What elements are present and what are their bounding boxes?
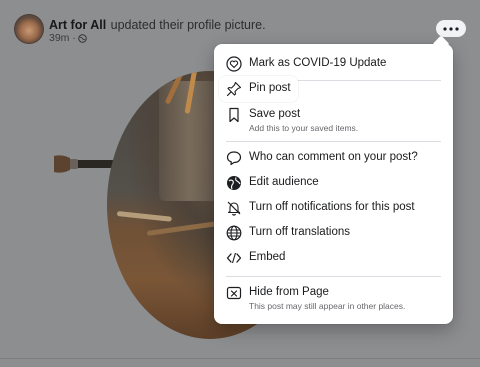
post-meta: 39m · xyxy=(49,32,87,44)
page-name-link[interactable]: Art for All xyxy=(49,18,106,32)
public-globe-icon xyxy=(78,33,87,43)
menu-item-label: Edit audience xyxy=(249,176,319,188)
brush-handle xyxy=(146,221,217,236)
divider xyxy=(0,358,480,359)
comment-icon xyxy=(226,150,242,166)
menu-item-edit-audience[interactable]: Edit audience xyxy=(220,172,447,194)
menu-divider xyxy=(226,276,441,277)
menu-item-hide-from-page[interactable]: Hide from Page This post may still appea… xyxy=(220,282,447,314)
post-timestamp[interactable]: 39m · xyxy=(49,32,76,44)
page-avatar[interactable] xyxy=(14,14,44,44)
menu-item-turn-off-notifications[interactable]: Turn off notifications for this post xyxy=(220,197,447,219)
post-action-text: updated their profile picture. xyxy=(110,18,266,32)
brush-handle xyxy=(116,211,172,222)
post-options-menu-lower: Save post Add this to your saved items. … xyxy=(214,44,453,324)
menu-item-save-post[interactable]: Save post Add this to your saved items. xyxy=(220,104,447,134)
more-options-button[interactable] xyxy=(436,20,466,37)
menu-item-turn-off-translations[interactable]: Turn off translations xyxy=(220,222,447,244)
hide-box-icon xyxy=(226,285,242,301)
menu-item-label: Turn off translations xyxy=(249,226,350,238)
menu-item-label: Turn off notifications for this post xyxy=(249,201,415,213)
code-icon xyxy=(226,250,242,266)
bookmark-icon xyxy=(226,107,242,123)
menu-divider xyxy=(226,141,441,142)
menu-item-label: Who can comment on your post? xyxy=(249,151,418,163)
menu-item-sublabel: Add this to your saved items. xyxy=(249,123,359,133)
ellipsis-icon xyxy=(443,26,459,31)
translate-icon xyxy=(226,225,242,241)
menu-item-who-can-comment[interactable]: Who can comment on your post? xyxy=(220,147,447,169)
menu-item-label: Hide from Page xyxy=(249,286,329,298)
menu-item-label: Embed xyxy=(249,251,286,263)
bell-off-icon xyxy=(226,200,242,216)
globe-icon xyxy=(226,175,242,191)
menu-item-embed[interactable]: Embed xyxy=(220,247,447,269)
menu-item-sublabel: This post may still appear in other plac… xyxy=(249,301,406,311)
menu-item-label: Save post xyxy=(249,108,301,120)
